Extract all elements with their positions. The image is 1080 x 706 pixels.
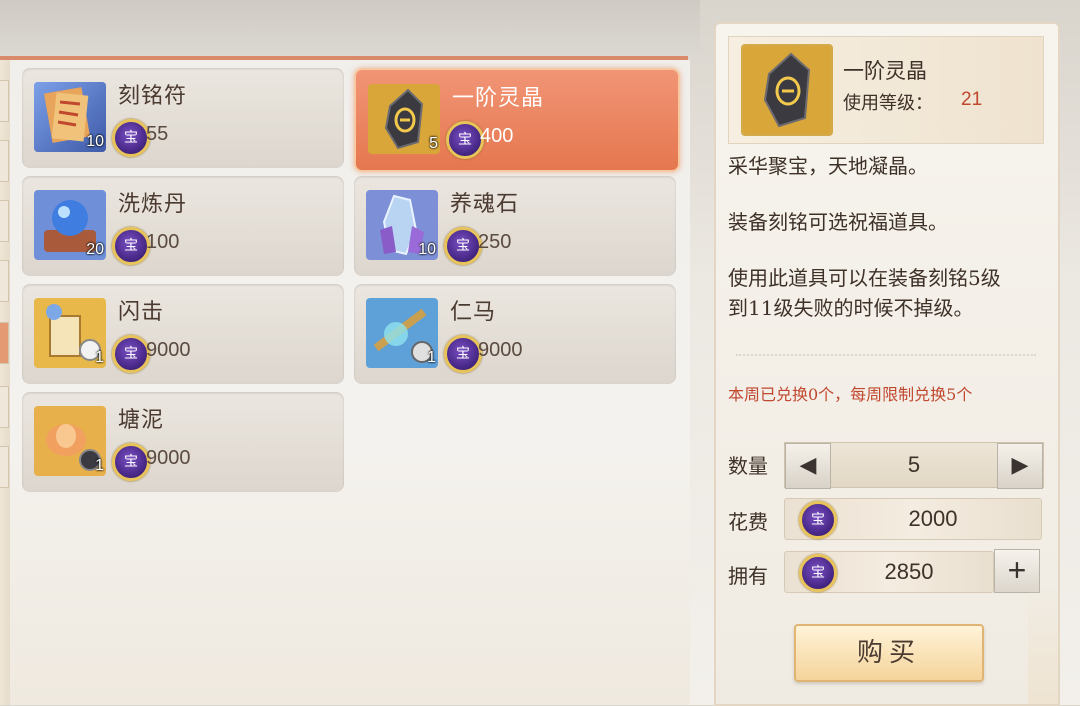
weekly-limit-text: 本周已兑换0个，每周限制兑换5个 xyxy=(728,385,973,404)
left-tab[interactable] xyxy=(0,386,9,428)
item-name: 洗炼丹 xyxy=(118,192,188,217)
buy-button[interactable]: 购买 xyxy=(794,624,984,682)
top-strip xyxy=(0,0,700,58)
shop-item-card[interactable]: 10 刻铭符 宝 55 xyxy=(22,68,344,168)
detail-desc-1: 采华聚宝，天地凝晶。 xyxy=(728,154,928,178)
item-count: 1 xyxy=(95,349,104,366)
increase-button[interactable]: ▶ xyxy=(997,443,1043,489)
item-name: 一阶灵晶 xyxy=(452,86,545,111)
soul-stone-crystal-icon: 10 xyxy=(366,190,438,260)
item-count: 10 xyxy=(418,241,436,258)
coin-icon: 宝 xyxy=(799,501,837,539)
detail-level-label: 使用等级： xyxy=(843,93,933,114)
detail-desc-3-line1: 使用此道具可以在装备刻铭5级 xyxy=(728,266,1001,290)
owned-label: 拥有 xyxy=(728,564,768,588)
item-price: 9000 xyxy=(146,447,191,469)
owned-value: 2850 xyxy=(884,559,934,584)
coin-icon: 宝 xyxy=(112,443,150,481)
cost-box: 宝 2000 xyxy=(784,498,1042,540)
item-name: 塘泥 xyxy=(118,408,165,433)
item-name: 养魂石 xyxy=(450,192,520,217)
item-count: 20 xyxy=(86,241,104,258)
spirit-crystal-icon xyxy=(741,44,833,136)
item-name: 闪击 xyxy=(118,300,165,325)
shop-item-card[interactable]: 10 养魂石 宝 250 xyxy=(354,176,676,276)
dotted-divider xyxy=(736,354,1036,356)
left-tab[interactable] xyxy=(0,446,9,488)
item-name: 仁马 xyxy=(450,300,497,325)
item-count: 1 xyxy=(95,457,104,474)
left-tab[interactable] xyxy=(0,140,9,182)
item-price: 9000 xyxy=(478,339,523,361)
item-count: 5 xyxy=(429,135,438,152)
item-price: 100 xyxy=(146,231,180,253)
shop-item-card[interactable]: 1 仁马 宝 9000 xyxy=(354,284,676,384)
coin-icon: 宝 xyxy=(444,335,482,373)
cloud-decoration xyxy=(1028,584,1058,704)
quantity-value: 5 xyxy=(907,452,921,477)
shop-item-card[interactable]: 20 洗炼丹 宝 100 xyxy=(22,176,344,276)
item-detail-panel: 一阶灵晶 使用等级： 21 采华聚宝，天地凝晶。 装备刻铭可选祝福道具。 使用此… xyxy=(714,22,1060,706)
item-name: 刻铭符 xyxy=(118,84,188,109)
left-tab-active[interactable] xyxy=(0,322,9,364)
decrease-button[interactable]: ◀ xyxy=(785,443,831,489)
cost-value: 2000 xyxy=(908,506,958,531)
ren-ma-icon: 1 xyxy=(366,298,438,368)
item-price: 400 xyxy=(480,125,514,147)
coin-icon: 宝 xyxy=(446,121,484,159)
left-tab[interactable] xyxy=(0,260,9,302)
spirit-crystal-icon: 5 xyxy=(368,84,440,154)
left-tab[interactable] xyxy=(0,200,9,242)
owned-box: 宝 2850 xyxy=(784,551,994,593)
coin-icon: 宝 xyxy=(112,335,150,373)
left-tab[interactable] xyxy=(0,80,9,122)
coin-icon: 宝 xyxy=(112,227,150,265)
pond-mud-lotus-icon: 1 xyxy=(34,406,106,476)
detail-desc-3-line2: 到11级失败的时候不掉级。 xyxy=(728,296,974,320)
flash-strike-icon: 1 xyxy=(34,298,106,368)
item-price: 9000 xyxy=(146,339,191,361)
shop-item-card-selected[interactable]: 5 一阶灵晶 宝 400 xyxy=(354,68,680,172)
shop-item-card[interactable]: 1 闪击 宝 9000 xyxy=(22,284,344,384)
item-count: 10 xyxy=(86,133,104,150)
detail-desc-2: 装备刻铭可选祝福道具。 xyxy=(728,210,948,234)
coin-icon: 宝 xyxy=(112,119,150,157)
quantity-stepper: ◀ 5 ▶ xyxy=(784,442,1044,489)
item-price: 55 xyxy=(146,123,169,145)
talisman-scroll-icon: 10 xyxy=(34,82,106,152)
cost-label: 花费 xyxy=(728,510,768,534)
item-price: 250 xyxy=(478,231,512,253)
coin-icon: 宝 xyxy=(444,227,482,265)
detail-level-value: 21 xyxy=(961,89,983,110)
coin-icon: 宝 xyxy=(799,554,837,592)
shop-item-card[interactable]: 1 塘泥 宝 9000 xyxy=(22,392,344,492)
detail-item-name: 一阶灵晶 xyxy=(843,59,927,83)
detail-header: 一阶灵晶 使用等级： 21 xyxy=(728,36,1044,144)
refine-pill-orb-icon: 20 xyxy=(34,190,106,260)
item-count: 1 xyxy=(427,349,436,366)
quantity-label: 数量 xyxy=(728,454,768,478)
